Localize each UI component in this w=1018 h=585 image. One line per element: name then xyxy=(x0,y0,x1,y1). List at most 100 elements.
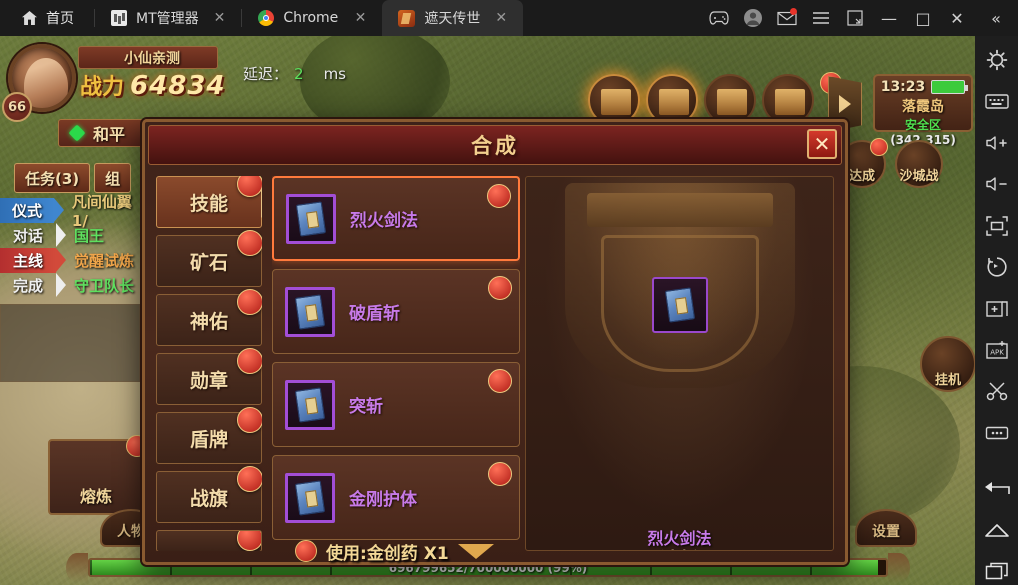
synthesis-preview: 烈火剑法 消耗 消耗:书页x50 拥有:1085 合成 xyxy=(525,176,834,551)
ping-label: 延迟： xyxy=(243,65,289,83)
category-tab-banner[interactable]: 战旗 xyxy=(156,466,262,523)
category-tab-ore[interactable]: 矿石 xyxy=(156,230,262,287)
maximize-button[interactable]: □ xyxy=(906,0,940,36)
item-row[interactable]: 金刚护体 xyxy=(272,455,520,540)
dialog-body: 技能 矿石 神佑 勋章 盾牌 战旗 烈火剑法 破盾斩 突斩 金刚护体 烈火剑法 xyxy=(150,170,840,557)
minimap-plate[interactable]: 13:23 落霞岛 安全区(342,315) xyxy=(873,74,973,147)
castle-war-button[interactable]: 沙城战 xyxy=(895,140,943,188)
notification-badge xyxy=(488,462,512,486)
category-tab-medal[interactable]: 勋章 xyxy=(156,348,262,405)
auto-play-button[interactable]: 挂机 xyxy=(920,336,975,392)
location-name: 落霞岛 xyxy=(902,99,944,115)
tab-label: MT管理器 xyxy=(136,11,199,27)
item-row[interactable]: 突斩 xyxy=(272,362,520,447)
scissors-icon[interactable] xyxy=(982,378,1012,405)
clock-time: 13:23 xyxy=(880,79,926,95)
quest-text: 国王 xyxy=(74,227,105,245)
item-row[interactable]: 烈火剑法 xyxy=(272,176,520,261)
apk-install-icon[interactable]: APK xyxy=(982,336,1012,363)
battery-icon xyxy=(931,80,969,94)
peace-mode-icon xyxy=(68,124,86,142)
recents-icon[interactable] xyxy=(982,558,1012,585)
minimize-button[interactable]: — xyxy=(872,0,906,36)
category-tab-skill[interactable]: 技能 xyxy=(156,176,262,228)
power-value: 64834 xyxy=(130,71,226,101)
pk-mode-label: 和平 xyxy=(93,125,126,144)
quest-tracker[interactable]: 仪式 凡间仙翼1/ 对话 国王 主线 觉醒试炼 完成 守卫队长 xyxy=(0,193,145,298)
window-controls: — □ ✕ « xyxy=(702,0,1018,36)
back-icon[interactable] xyxy=(982,475,1012,502)
volume-up-icon[interactable] xyxy=(982,129,1012,156)
game-viewport[interactable]: 66 小仙亲测 战力 64834 和平 延迟： 2 ms 任务(3) 组 仪式 … xyxy=(0,36,975,585)
settings-gear-icon[interactable] xyxy=(982,46,1012,73)
quest-entry[interactable]: 完成 守卫队长 xyxy=(0,273,145,298)
close-dialog-button[interactable]: ✕ xyxy=(807,129,837,159)
restore-icon[interactable] xyxy=(838,0,872,36)
smelt-label: 熔炼 xyxy=(79,487,112,506)
add-instance-icon[interactable] xyxy=(982,295,1012,322)
more-options-icon[interactable] xyxy=(982,419,1012,446)
team-button[interactable]: 组 xyxy=(94,163,132,193)
mt-manager-icon xyxy=(111,10,127,26)
category-tabs: 技能 矿石 神佑 勋章 盾牌 战旗 xyxy=(156,176,262,551)
account-icon[interactable] xyxy=(736,0,770,36)
notification-badge xyxy=(237,230,262,256)
dialog-title: 合成 xyxy=(471,134,519,158)
tab-chrome[interactable]: Chrome ✕ xyxy=(242,0,382,36)
close-icon[interactable]: ✕ xyxy=(489,10,513,26)
menu-settings[interactable]: 设置 xyxy=(855,509,917,547)
quest-entry[interactable]: 仪式 凡间仙翼1/ xyxy=(0,193,145,230)
close-icon[interactable]: ✕ xyxy=(349,10,373,26)
result-slot[interactable] xyxy=(651,277,708,333)
rotate-icon[interactable] xyxy=(982,253,1012,280)
smelt-button[interactable]: 熔炼 xyxy=(48,435,148,515)
quest-entry[interactable]: 主线 觉醒试炼 xyxy=(0,248,145,273)
quest-tag: 对话 xyxy=(0,223,66,248)
chevron-down-icon[interactable] xyxy=(457,543,494,559)
quest-button[interactable]: 任务(3) xyxy=(14,163,91,193)
hamburger-menu-icon[interactable] xyxy=(804,0,838,36)
emulator-sidebar: APK xyxy=(975,36,1018,585)
achievement-label: 达成 xyxy=(848,169,875,184)
menu-label: 人物 xyxy=(117,524,145,540)
ping-display: 延迟： 2 ms xyxy=(243,63,346,84)
gamepad-icon[interactable] xyxy=(702,0,736,36)
mail-icon[interactable] xyxy=(770,0,804,36)
close-button[interactable]: ✕ xyxy=(940,0,974,36)
volume-down-icon[interactable] xyxy=(982,170,1012,197)
home-icon[interactable] xyxy=(982,516,1012,543)
use-item-footer[interactable]: 使用:金创药 X1 xyxy=(295,536,494,566)
item-list[interactable]: 烈火剑法 破盾斩 突斩 金刚护体 xyxy=(272,176,520,551)
item-row[interactable]: 破盾斩 xyxy=(272,269,520,354)
quest-text: 守卫队长 xyxy=(74,277,135,295)
category-tab-next[interactable] xyxy=(156,530,262,551)
skill-book-icon xyxy=(285,472,335,523)
item-name: 突斩 xyxy=(349,397,383,417)
chat-box[interactable] xyxy=(0,304,140,382)
home-tab[interactable]: 首页 xyxy=(0,0,94,36)
use-prefix: 使用: xyxy=(326,543,367,564)
use-item-name: 金创药 X1 xyxy=(366,543,449,564)
svg-text:APK: APK xyxy=(990,349,1004,357)
quest-text: 觉醒试炼 xyxy=(74,252,135,270)
preview-section-title: 消耗 xyxy=(660,545,698,550)
notification-badge xyxy=(237,531,261,551)
emulator-titlebar: 首页 MT管理器 ✕ Chrome ✕ 遮天传世 ✕ — □ ✕ « xyxy=(0,0,1018,36)
tab-game[interactable]: 遮天传世 ✕ xyxy=(382,0,524,36)
safe-zone-label: 安全区 xyxy=(904,118,941,132)
ping-unit: ms xyxy=(323,65,346,83)
close-icon[interactable]: ✕ xyxy=(208,10,232,26)
tab-mt-manager[interactable]: MT管理器 ✕ xyxy=(95,0,241,36)
exp-bar-cap-left xyxy=(66,553,88,583)
notification-badge xyxy=(237,466,262,492)
keyboard-icon[interactable] xyxy=(982,87,1012,114)
notification-badge xyxy=(870,138,888,156)
notification-badge xyxy=(237,407,262,433)
power-display: 战力 64834 xyxy=(80,69,225,101)
category-tab-shield[interactable]: 盾牌 xyxy=(156,407,262,464)
dialog-titlebar: 合成 ✕ xyxy=(148,125,842,165)
fullscreen-icon[interactable] xyxy=(982,212,1012,239)
category-tab-blessing[interactable]: 神佑 xyxy=(156,289,262,346)
collapse-button[interactable]: « xyxy=(974,0,1018,36)
synthesis-dialog: 合成 ✕ 技能 矿石 神佑 勋章 盾牌 战旗 烈火剑法 破盾斩 突斩 金刚护体 … xyxy=(142,119,848,565)
